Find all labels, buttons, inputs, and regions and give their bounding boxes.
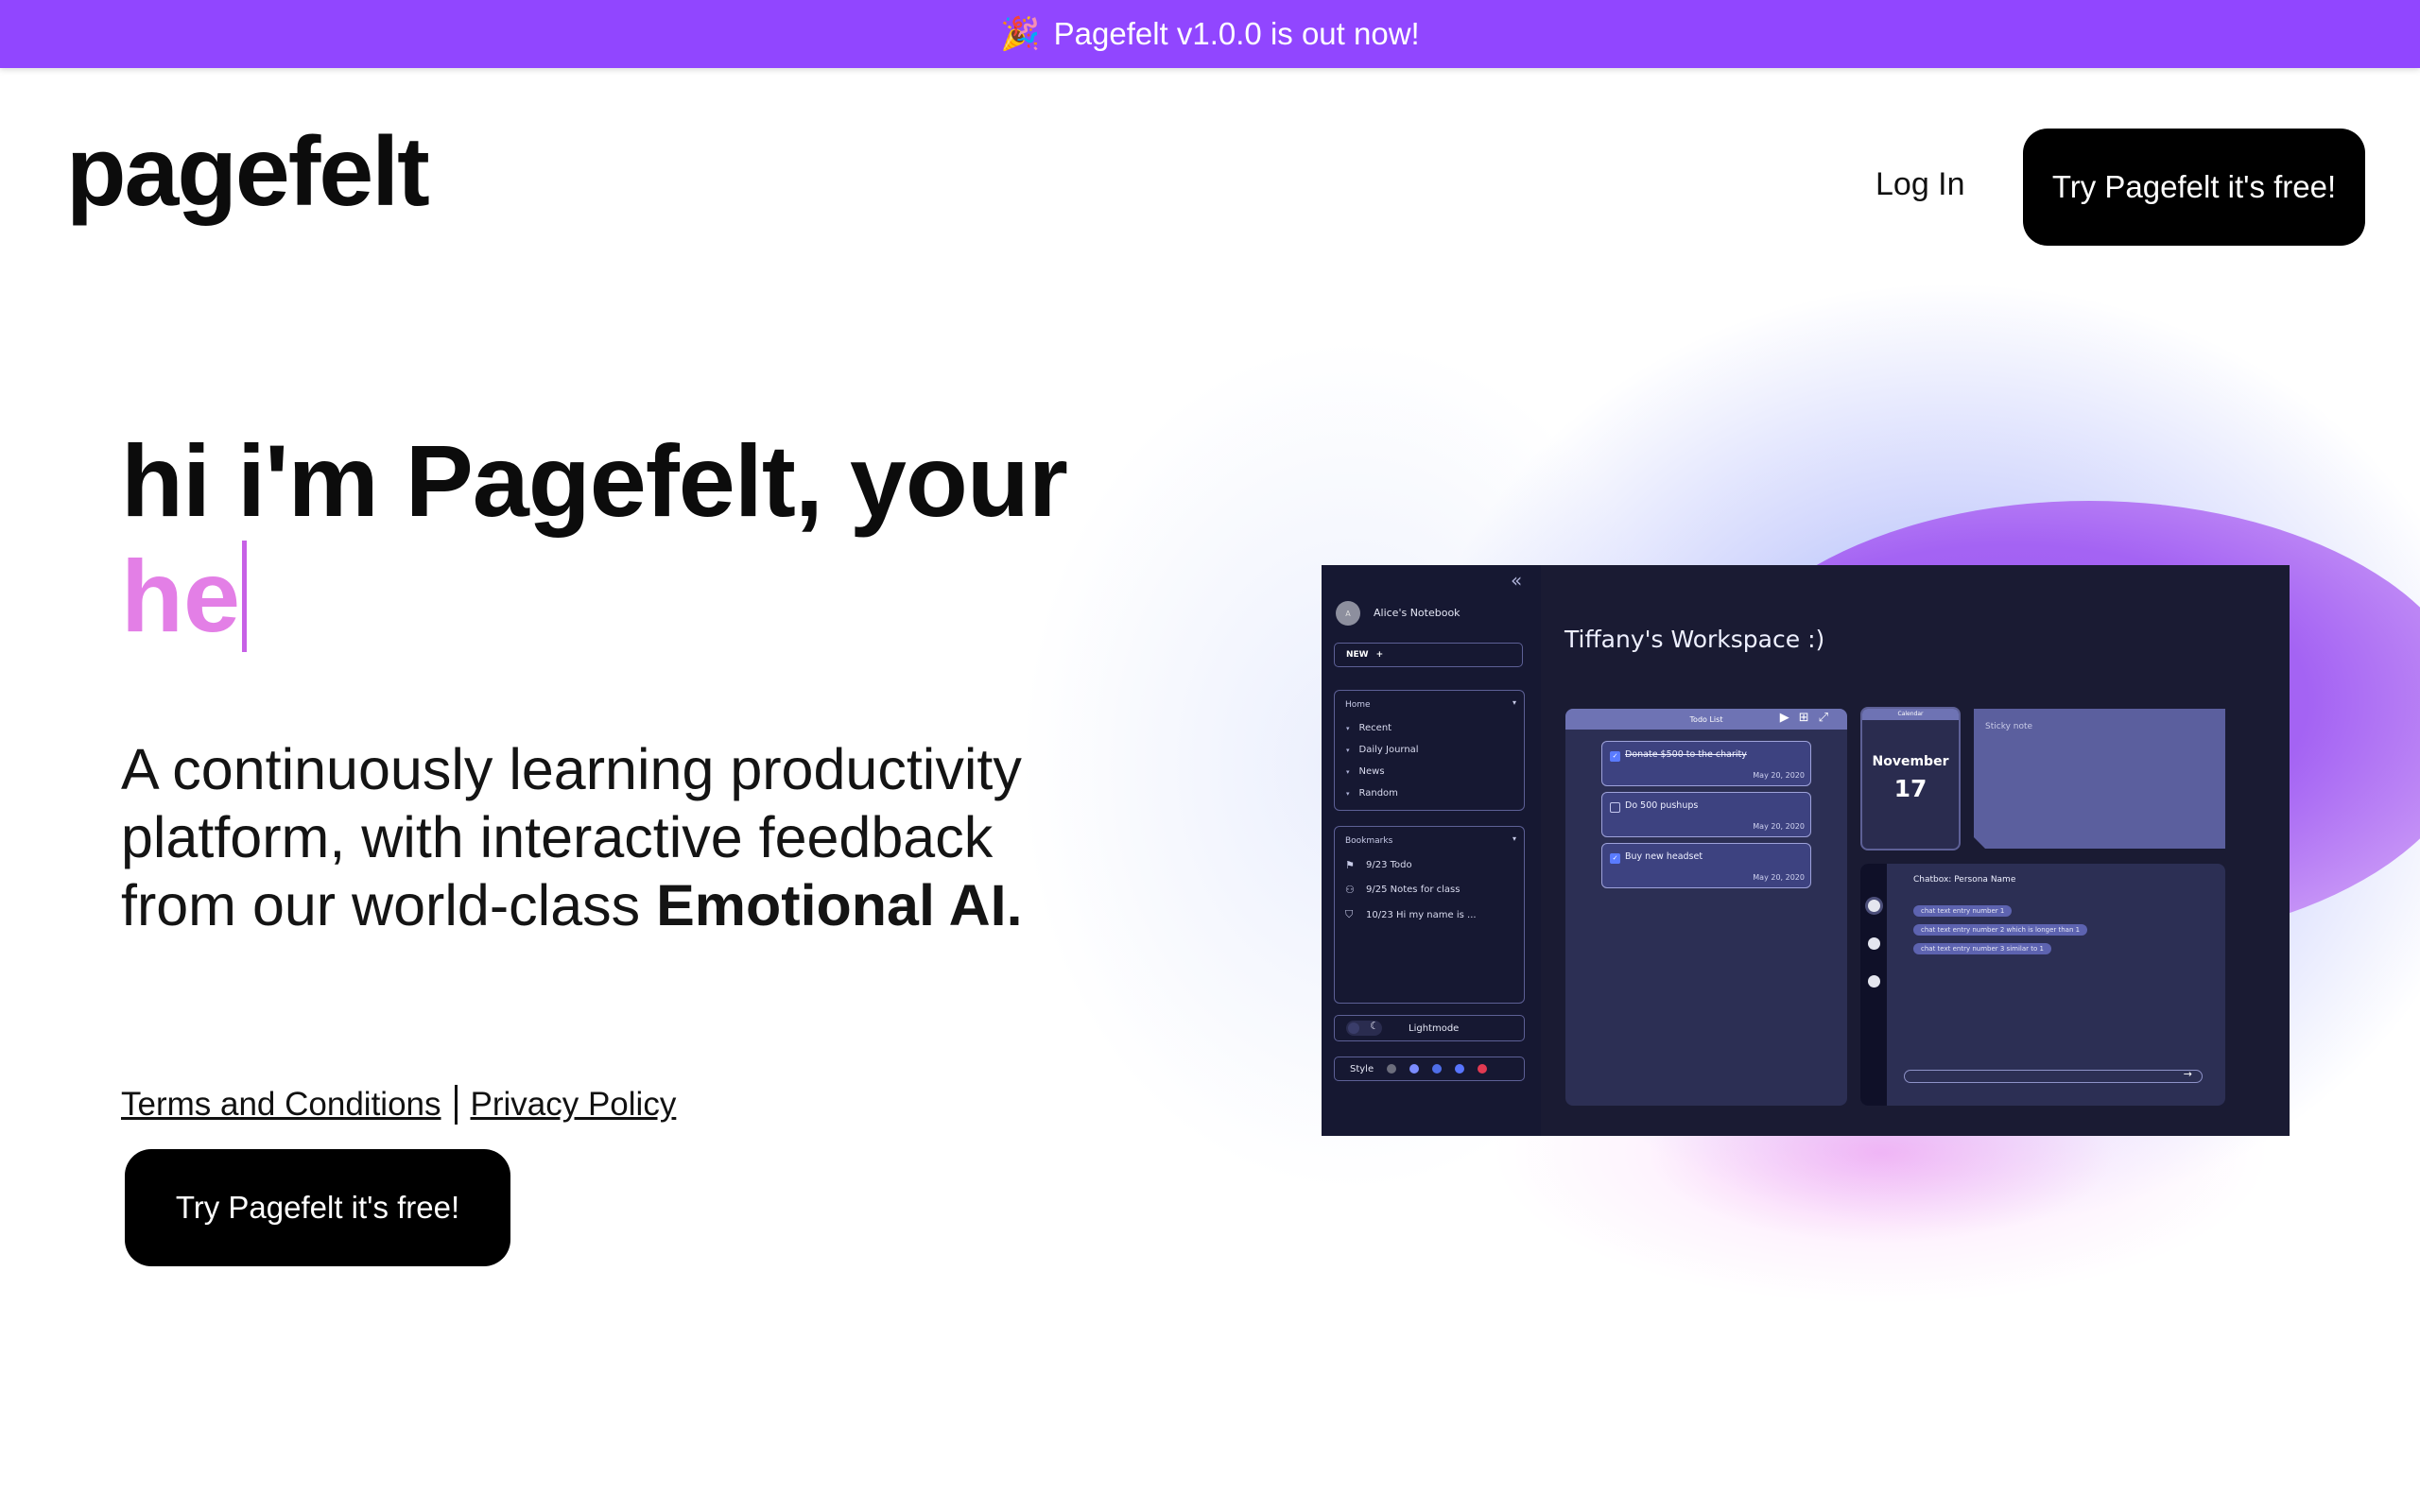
todo-item: ✓ Donate $500 to the charity May 20, 202… xyxy=(1601,741,1811,786)
plus-icon: + xyxy=(1375,650,1384,660)
avatar: A xyxy=(1336,601,1360,626)
todo-item: Do 500 pushups May 20, 2020 xyxy=(1601,792,1811,837)
login-link[interactable]: Log In xyxy=(1876,166,1965,203)
chat-bubble: chat text entry number 1 xyxy=(1913,905,2013,917)
sticky-note-label: Sticky note xyxy=(1985,722,2033,731)
style-swatch xyxy=(1455,1064,1465,1074)
chevron-down-icon: ▾ xyxy=(1512,698,1516,707)
collapse-icon: « xyxy=(1511,569,1523,592)
shield-icon: ⛉ xyxy=(1345,908,1354,920)
todo-title: Todo List xyxy=(1689,714,1723,724)
chat-persona-rail xyxy=(1860,864,1887,1106)
app-preview-screenshot: « A Alice's Notebook NEW + Home ▾ ▾ Recen… xyxy=(1322,565,2290,1136)
bookmark-item: ⚇ 9/25 Notes for class xyxy=(1345,884,1461,896)
try-free-button-hero[interactable]: Try Pagefelt it's free! xyxy=(125,1149,510,1266)
home-section: Home ▾ ▾ Recent ▾ Daily Journal ▾ News ▾ Ran… xyxy=(1334,690,1525,811)
persona-dot xyxy=(1868,975,1880,988)
lightmode-toggle: Lightmode xyxy=(1334,1015,1525,1041)
preview-sidebar: « A Alice's Notebook NEW + Home ▾ ▾ Recen… xyxy=(1322,565,1541,1136)
checkbox-icon xyxy=(1610,802,1620,813)
checkbox-icon: ✓ xyxy=(1610,751,1620,762)
chat-input: → xyxy=(1904,1068,2203,1083)
todo-item: ✓ Buy new headset May 20, 2020 xyxy=(1601,843,1811,888)
home-item: ▾ Random xyxy=(1346,788,1398,799)
style-label: Style xyxy=(1350,1063,1374,1074)
logo[interactable]: pagefelt xyxy=(66,123,430,221)
try-free-button-header[interactable]: Try Pagefelt it's free! xyxy=(2023,129,2365,246)
typed-text: he xyxy=(121,539,241,653)
privacy-link[interactable]: Privacy Policy xyxy=(471,1086,677,1124)
announcement-banner[interactable]: 🎉 Pagefelt v1.0.0 is out now! xyxy=(0,0,2420,68)
home-title: Home xyxy=(1345,700,1371,710)
new-page-button: NEW + xyxy=(1334,643,1523,667)
persona-dot xyxy=(1868,900,1880,912)
style-swatch xyxy=(1387,1064,1397,1074)
people-icon: ⚇ xyxy=(1345,884,1355,896)
chat-bubble: chat text entry number 2 which is longer… xyxy=(1913,924,2088,936)
send-arrow-icon: → xyxy=(2183,1068,2192,1080)
hero-typed-line: he xyxy=(121,539,248,653)
text-caret xyxy=(242,541,248,653)
todo-widget: Todo List ▶ ⊞ ⤢ ✓ Donate $500 to the cha… xyxy=(1565,709,1847,1106)
home-item: ▾ Recent xyxy=(1346,723,1392,733)
style-swatch xyxy=(1409,1064,1420,1074)
chatbox-title: Chatbox: Persona Name xyxy=(1913,875,2016,885)
chatbox-widget: Chatbox: Persona Name chat text entry nu… xyxy=(1860,864,2225,1106)
mode-label: Lightmode xyxy=(1409,1022,1460,1034)
calendar-month: November xyxy=(1872,754,1949,769)
checkbox-icon: ✓ xyxy=(1610,853,1620,864)
legal-links: Terms and Conditions Privacy Policy xyxy=(121,1085,676,1125)
announcement-text: Pagefelt v1.0.0 is out now! xyxy=(1053,16,1420,51)
bookmark-item: ⛉ 10/23 Hi my name is ... xyxy=(1345,908,1477,920)
persona-dot xyxy=(1868,937,1880,950)
divider xyxy=(454,1085,458,1125)
expand-icon: ⤢ xyxy=(1818,711,1828,725)
bullet-icon: ▾ xyxy=(1346,725,1350,732)
hero-headline: hi i'm Pagefelt, your xyxy=(121,423,1068,538)
todo-header: Todo List ▶ ⊞ ⤢ xyxy=(1565,709,1847,730)
home-item: ▾ News xyxy=(1346,766,1385,777)
bullet-icon: ▾ xyxy=(1346,747,1350,754)
play-icon: ▶ xyxy=(1779,711,1789,725)
bullet-icon: ▾ xyxy=(1346,768,1350,776)
party-popper-icon: 🎉 xyxy=(1000,16,1041,52)
chevron-down-icon: ▾ xyxy=(1512,834,1516,843)
workspace-title: Tiffany's Workspace :) xyxy=(1564,626,1825,653)
chat-bubble: chat text entry number 3 similar to 1 xyxy=(1913,943,2051,954)
sticky-note-widget: Sticky note xyxy=(1974,709,2225,849)
bookmarks-section: Bookmarks ▾ ⚑ 9/23 Todo ⚇ 9/25 Notes for c… xyxy=(1334,826,1525,1004)
new-label: NEW xyxy=(1346,650,1369,660)
calendar-widget: Calendar November 17 xyxy=(1860,707,1961,850)
moon-icon xyxy=(1346,1020,1382,1036)
terms-link[interactable]: Terms and Conditions xyxy=(121,1086,441,1124)
home-item: ▾ Daily Journal xyxy=(1346,745,1419,755)
hero-subtitle-emphasis: Emotional AI. xyxy=(656,873,1023,937)
bullet-icon: ▾ xyxy=(1346,790,1350,798)
bookmark-item: ⚑ 9/23 Todo xyxy=(1345,859,1412,871)
notebook-name: Alice's Notebook xyxy=(1374,607,1461,619)
bookmarks-title: Bookmarks xyxy=(1345,836,1393,846)
calendar-title: Calendar xyxy=(1862,709,1959,720)
style-swatch xyxy=(1478,1064,1488,1074)
style-picker: Style xyxy=(1334,1057,1525,1081)
flag-icon: ⚑ xyxy=(1345,859,1355,871)
calendar-day: 17 xyxy=(1893,775,1927,802)
style-swatch xyxy=(1432,1064,1443,1074)
add-icon: ⊞ xyxy=(1798,711,1809,725)
hero-subtitle: A continuously learning productivity pla… xyxy=(121,735,1047,939)
